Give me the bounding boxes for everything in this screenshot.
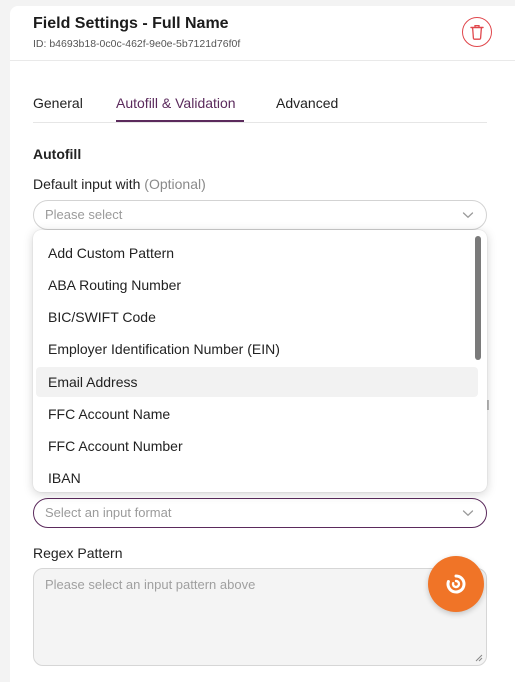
default-input-label: Default input with (Optional) [33,176,206,192]
option-ffc-account-number[interactable]: FFC Account Number [36,431,478,461]
default-input-placeholder: Please select [45,207,123,222]
field-settings-panel: Field Settings - Full Name ID: b4693b18-… [10,6,515,682]
default-input-select[interactable]: Please select [33,200,487,230]
tab-advanced[interactable]: Advanced [276,95,338,111]
default-input-label-text: Default input with [33,176,141,192]
delete-field-button[interactable] [462,17,492,47]
trash-icon [470,24,484,40]
option-iban[interactable]: IBAN [36,463,478,492]
autofill-section-title: Autofill [33,146,82,162]
chevron-down-icon [462,510,474,517]
assistant-fab-button[interactable] [428,556,484,612]
settings-tabs: General Autofill & Validation Advanced [33,94,487,123]
option-email-address[interactable]: Email Address [36,367,478,397]
option-ein[interactable]: Employer Identification Number (EIN) [36,334,478,364]
option-aba-routing-number[interactable]: ABA Routing Number [36,270,478,300]
option-add-custom-pattern[interactable]: Add Custom Pattern [36,238,478,268]
chevron-down-icon [462,212,474,219]
input-format-placeholder: Select an input format [45,505,172,520]
optional-hint: (Optional) [144,176,206,192]
page-title: Field Settings - Full Name [33,15,229,32]
field-id: ID: b4693b18-0c0c-462f-9e0e-5b7121d76f0f [33,38,241,50]
default-input-dropdown: Add Custom Pattern ABA Routing Number BI… [33,230,487,492]
regex-pattern-textarea[interactable]: Please select an input pattern above [33,568,487,666]
regex-placeholder: Please select an input pattern above [45,577,256,592]
tab-autofill-validation[interactable]: Autofill & Validation [116,95,236,111]
tab-general[interactable]: General [33,95,83,111]
obscured-control-edge [487,400,489,410]
assistant-icon [446,574,466,594]
option-bic-swift-code[interactable]: BIC/SWIFT Code [36,302,478,332]
panel-header: Field Settings - Full Name ID: b4693b18-… [10,6,515,61]
option-ffc-account-name[interactable]: FFC Account Name [36,399,478,429]
regex-pattern-label: Regex Pattern [33,545,123,561]
dropdown-scrollbar[interactable] [475,236,481,360]
active-tab-indicator [116,120,244,122]
input-format-select[interactable]: Select an input format [33,498,487,528]
resize-handle-icon[interactable] [475,654,483,662]
